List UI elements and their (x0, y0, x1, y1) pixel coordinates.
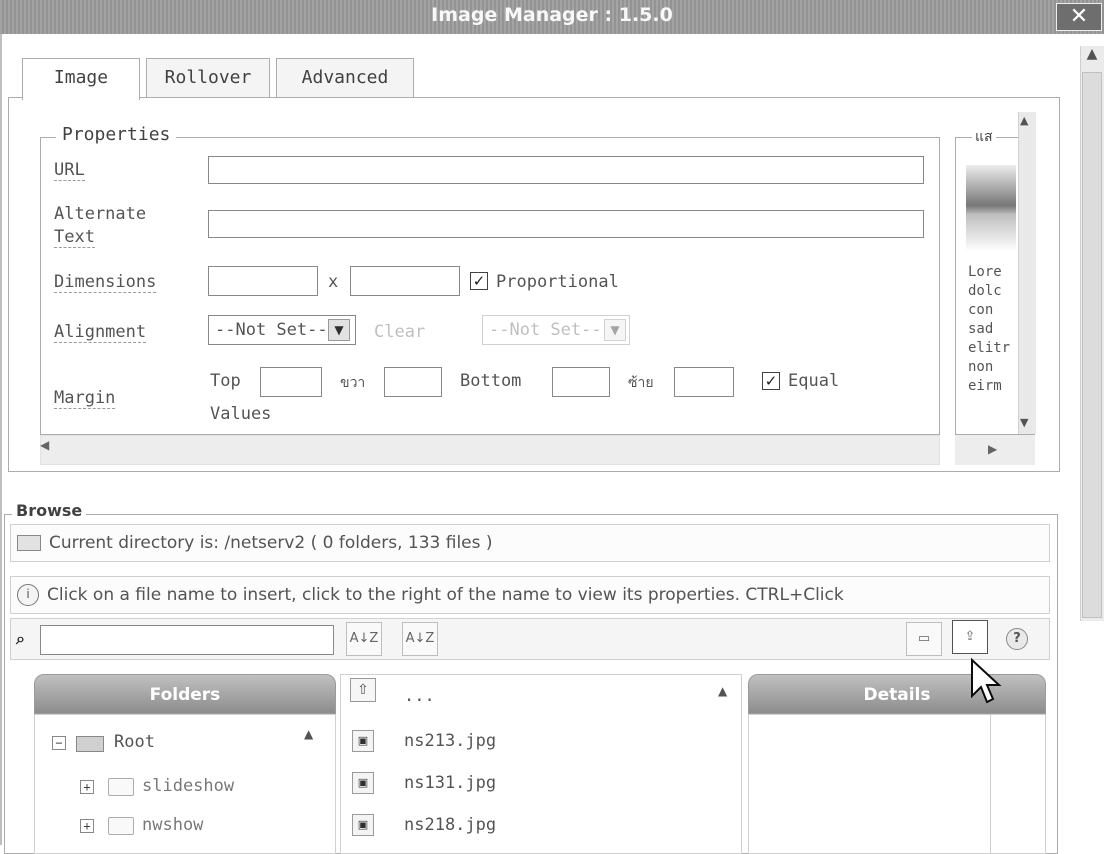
hint-bar: i Click on a file name to insert, click t… (10, 576, 1050, 614)
details-panel (748, 714, 1046, 854)
preview-text-line: elitr (968, 340, 1011, 356)
scroll-up-arrow-icon[interactable]: ▲ (1020, 114, 1028, 127)
height-input[interactable] (350, 266, 460, 296)
current-directory-bar: Current directory is: /netserv2 ( 0 fold… (10, 524, 1050, 562)
folders-header: Folders (34, 674, 336, 714)
current-directory-text: Current directory is: /netserv2 ( 0 fold… (49, 533, 493, 553)
drive-icon (76, 736, 104, 752)
preview-image (966, 165, 1016, 255)
properties-legend: Properties (56, 124, 177, 145)
tab-image[interactable]: Image (22, 58, 140, 100)
alt-text-input[interactable] (208, 210, 924, 238)
scroll-up-arrow-icon[interactable]: ▲ (718, 684, 727, 698)
image-file-icon: ▣ (352, 814, 374, 836)
margin-right-input[interactable] (384, 367, 442, 397)
alt-text-label-line1: Alternate (54, 204, 147, 224)
margin-left-input[interactable] (674, 367, 734, 397)
margin-right-label: ขวา (340, 375, 366, 391)
values-label: Values (210, 404, 272, 424)
dimensions-label: Dimensions (54, 272, 157, 293)
margin-top-input[interactable] (260, 367, 322, 397)
new-folder-icon[interactable]: ▭ (906, 622, 942, 656)
window-scrollbar-thumb[interactable] (1082, 72, 1102, 618)
margin-label: Margin (54, 388, 116, 409)
chevron-down-icon[interactable]: ▼ (328, 319, 350, 341)
alignment-label: Alignment (54, 322, 147, 343)
equal-checkbox[interactable]: ✓ (762, 372, 780, 390)
dimensions-x: x (328, 272, 339, 292)
tab-advanced[interactable]: Advanced (276, 58, 414, 98)
proportional-label: Proportional (496, 272, 619, 292)
preview-text-line: eirm (968, 378, 1002, 394)
scroll-left-arrow-icon[interactable]: ◀ (40, 438, 60, 452)
info-icon: i (17, 584, 39, 606)
expand-icon[interactable]: + (80, 780, 94, 794)
chevron-down-icon: ▼ (604, 319, 626, 341)
files-panel (340, 674, 742, 854)
file-row[interactable]: ns218.jpg (404, 815, 496, 835)
folder-nwshow[interactable]: nwshow (142, 815, 203, 835)
folder-root[interactable]: Root (114, 732, 155, 752)
properties-hscrollbar[interactable] (40, 435, 940, 465)
url-label: URL (54, 160, 85, 181)
expand-icon[interactable]: + (80, 819, 94, 833)
binoculars-icon: ⌕ (16, 629, 25, 648)
preview-text-line: sad (968, 321, 994, 337)
mouse-cursor-icon (971, 658, 1002, 704)
sort-az-icon[interactable]: A↓Z (346, 622, 382, 656)
url-input[interactable] (208, 156, 924, 184)
clear-button[interactable]: Clear (374, 322, 425, 342)
details-divider (990, 714, 991, 854)
proportional-checkbox[interactable]: ✓ (470, 272, 488, 290)
parent-folder-icon: ⇧ (350, 678, 376, 702)
preview-text-line: Lore (968, 264, 1002, 280)
width-input[interactable] (208, 266, 318, 296)
equal-label: Equal (788, 371, 840, 391)
browse-legend: Browse (12, 501, 87, 520)
margin-bottom-label: Bottom (460, 371, 522, 391)
preview-text-line: non (968, 359, 994, 375)
preview-text-line: con (968, 302, 994, 318)
file-row[interactable]: ns131.jpg (404, 773, 496, 793)
scroll-up-arrow-icon[interactable]: ▲ (1080, 46, 1104, 70)
upload-icon[interactable]: ⇪ (952, 620, 988, 654)
drive-icon (17, 535, 41, 551)
file-row[interactable]: ns213.jpg (404, 731, 496, 751)
help-icon[interactable]: ? (1006, 628, 1028, 650)
hint-text: Click on a file name to insert, click to… (47, 585, 844, 605)
scroll-down-arrow-icon[interactable]: ▼ (1020, 416, 1028, 429)
preview-text: Lore dolc con sad elitr non eirm (968, 263, 1018, 396)
sort-az-icon[interactable]: A↓Z (402, 622, 438, 656)
scroll-right-arrow-icon[interactable]: ▶ (988, 442, 997, 456)
collapse-icon[interactable]: − (52, 736, 66, 750)
folder-icon (108, 778, 134, 796)
window-title: Image Manager : 1.5.0 (431, 4, 673, 26)
tab-rollover[interactable]: Rollover (146, 58, 270, 98)
search-input[interactable] (40, 625, 334, 655)
scroll-up-arrow-icon[interactable]: ▲ (304, 727, 313, 741)
margin-bottom-input[interactable] (552, 367, 610, 397)
preview-legend: แส (972, 126, 996, 148)
close-button[interactable]: ✕ (1056, 3, 1102, 31)
image-file-icon: ▣ (352, 772, 374, 794)
folder-icon (108, 817, 134, 835)
preview-text-line: dolc (968, 283, 1002, 299)
margin-top-label: Top (210, 371, 241, 391)
preview-scrollbar[interactable] (1018, 112, 1036, 434)
file-row-parent[interactable]: ... (404, 686, 435, 706)
margin-left-label: ซ้าย (628, 375, 654, 391)
folder-slideshow[interactable]: slideshow (142, 776, 234, 796)
alt-text-label-line2: Text (54, 227, 95, 248)
image-file-icon: ▣ (352, 730, 374, 752)
